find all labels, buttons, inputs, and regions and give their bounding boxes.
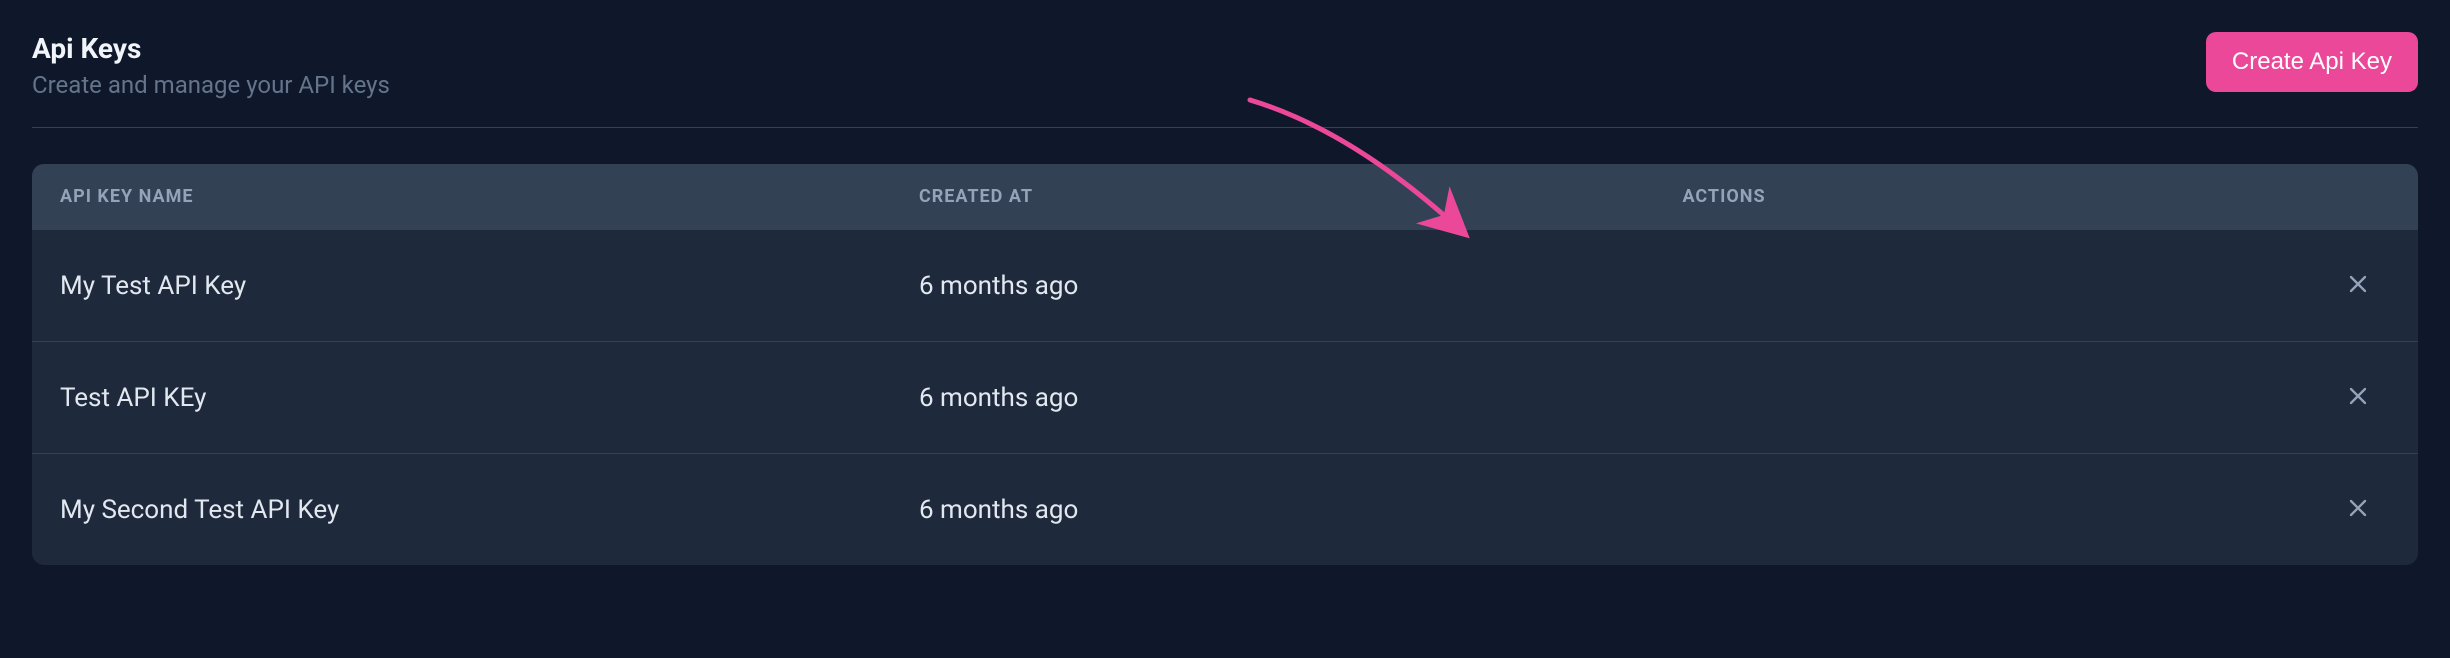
- api-keys-table: API KEY NAME CREATED AT ACTIONS My Test …: [32, 164, 2418, 565]
- page-subtitle: Create and manage your API keys: [32, 71, 390, 99]
- page-title: Api Keys: [32, 32, 390, 65]
- create-api-key-button[interactable]: Create Api Key: [2206, 32, 2418, 92]
- table-header-row: API KEY NAME CREATED AT ACTIONS: [32, 164, 2418, 230]
- column-header-actions: ACTIONS: [1654, 164, 2418, 230]
- delete-api-key-button[interactable]: [2338, 376, 2378, 419]
- column-header-created: CREATED AT: [891, 164, 1655, 230]
- table-row: My Second Test API Key 6 months ago: [32, 454, 2418, 566]
- close-icon: [2344, 494, 2372, 525]
- api-key-name-cell: Test API KEy: [32, 342, 891, 454]
- close-icon: [2344, 270, 2372, 301]
- api-key-created-cell: 6 months ago: [891, 230, 1655, 342]
- page-header: Api Keys Create and manage your API keys…: [32, 32, 2418, 128]
- close-icon: [2344, 382, 2372, 413]
- api-key-name-cell: My Second Test API Key: [32, 454, 891, 566]
- api-key-actions-cell: [1654, 454, 2418, 566]
- delete-api-key-button[interactable]: [2338, 264, 2378, 307]
- delete-api-key-button[interactable]: [2338, 488, 2378, 531]
- api-key-actions-cell: [1654, 230, 2418, 342]
- api-key-created-cell: 6 months ago: [891, 454, 1655, 566]
- api-key-actions-cell: [1654, 342, 2418, 454]
- table-row: My Test API Key 6 months ago: [32, 230, 2418, 342]
- api-key-name-cell: My Test API Key: [32, 230, 891, 342]
- api-key-created-cell: 6 months ago: [891, 342, 1655, 454]
- api-keys-table-wrapper: API KEY NAME CREATED AT ACTIONS My Test …: [32, 164, 2418, 565]
- table-row: Test API KEy 6 months ago: [32, 342, 2418, 454]
- column-header-name: API KEY NAME: [32, 164, 891, 230]
